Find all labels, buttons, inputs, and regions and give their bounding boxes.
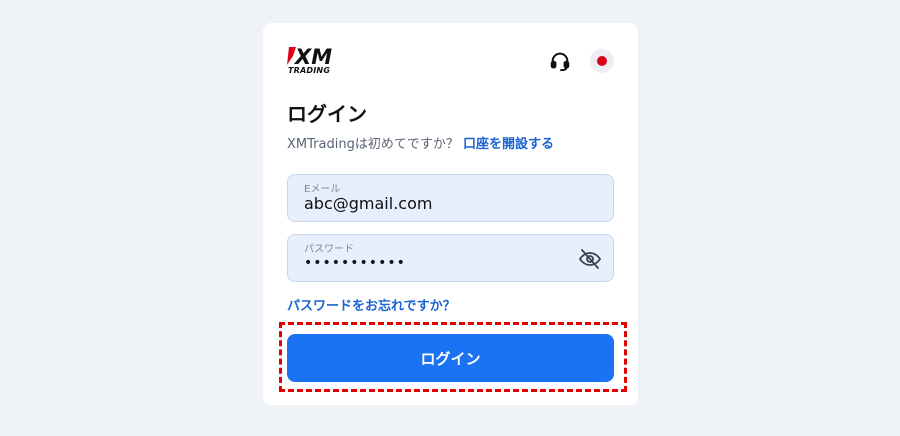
password-label: パスワード [304,244,354,255]
japan-flag-icon [597,56,607,66]
email-label: Eメール [304,184,341,195]
login-button[interactable]: ログイン [287,334,614,382]
xm-logo-text: XM [293,45,332,67]
email-value[interactable]: abc@gmail.com [304,194,432,213]
xm-logo-mark: XM [287,45,332,67]
page-title: ログイン [287,102,367,126]
password-value[interactable]: ••••••••••• [304,255,406,271]
eye-off-icon[interactable] [578,247,602,271]
headset-icon[interactable] [549,50,571,72]
open-account-link[interactable]: 口座を開設する [463,137,554,152]
password-field[interactable]: パスワード ••••••••••• [287,234,614,282]
email-field[interactable]: Eメール abc@gmail.com [287,174,614,222]
xm-logo-subtext: TRADING [288,66,331,75]
signup-prompt-text: XMTradingは初めてですか？ [287,137,459,152]
forgot-password-link[interactable]: パスワードをお忘れですか？ [287,295,456,314]
language-selector[interactable] [590,49,614,73]
signup-prompt-line: XMTradingは初めてですか？ 口座を開設する [287,133,554,152]
